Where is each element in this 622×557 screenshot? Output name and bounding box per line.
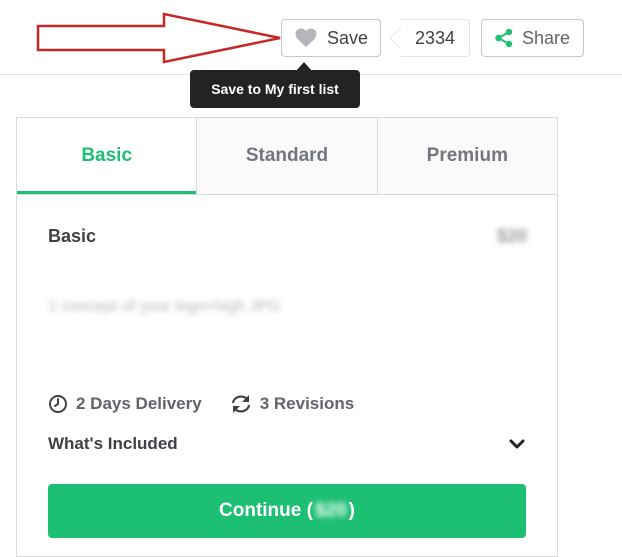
refresh-icon <box>231 395 250 413</box>
save-count: 2334 <box>401 19 470 57</box>
heart-icon <box>295 28 317 48</box>
tab-standard[interactable]: Standard <box>196 118 377 194</box>
arrow-annotation-icon <box>36 12 281 64</box>
revisions-count: 3 Revisions <box>259 394 355 413</box>
clock-icon <box>49 395 67 413</box>
package-features: 2 Days Delivery 3 Revisions <box>48 394 354 414</box>
tab-basic[interactable]: Basic <box>17 118 197 194</box>
tooltip-text: Save to My first list <box>190 70 360 108</box>
continue-button[interactable]: Continue ($20) <box>48 484 526 538</box>
save-tooltip: Save to My first list <box>190 62 360 108</box>
continue-price: $20 <box>314 500 347 521</box>
tooltip-pointer <box>296 62 312 71</box>
package-tabs: Basic Standard Premium <box>17 118 557 195</box>
continue-label-end: ) <box>348 500 355 521</box>
package-card: Basic Standard Premium Basic $20 1 conce… <box>16 117 558 557</box>
save-button[interactable]: Save <box>281 19 381 57</box>
share-button[interactable]: Share <box>481 19 584 57</box>
delivery-time: 2 Days Delivery <box>76 394 202 413</box>
package-description: 1 concept of your logo+high JPG <box>48 298 281 315</box>
share-label: Share <box>522 27 571 48</box>
continue-label: Continue ( <box>219 500 313 521</box>
package-price: $20 <box>496 226 527 246</box>
whats-included-toggle[interactable]: What's Included <box>48 434 178 454</box>
tab-premium[interactable]: Premium <box>376 118 557 194</box>
save-label: Save <box>327 27 369 48</box>
share-icon <box>495 28 513 48</box>
chevron-down-icon[interactable] <box>509 438 525 450</box>
package-title: Basic <box>48 226 97 246</box>
